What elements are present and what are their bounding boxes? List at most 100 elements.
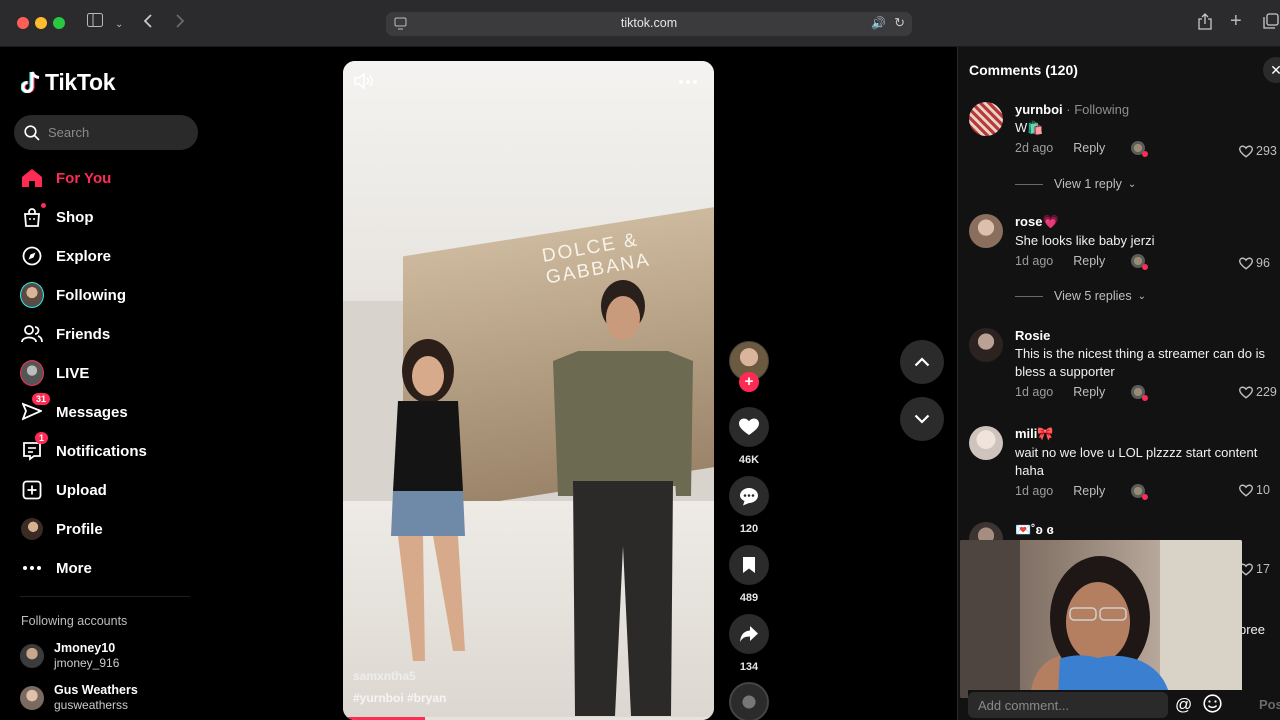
comment-author[interactable]: Rosie (1015, 328, 1275, 343)
sidebar-item-shop[interactable]: Shop (20, 202, 200, 232)
following-avatar (20, 282, 44, 308)
reply-button[interactable]: Reply (1073, 385, 1105, 399)
creator-liked-avatar (1131, 254, 1149, 270)
address-bar[interactable]: tiktok.com 🔊 ↻ (386, 12, 912, 36)
comment-author[interactable]: rose💗 (1015, 214, 1275, 230)
search-icon (24, 125, 40, 141)
sidebar-item-profile[interactable]: Profile (20, 514, 200, 544)
creator-liked-avatar (1131, 484, 1149, 500)
following-account-item[interactable]: Jmoney10 jmoney_916 (20, 641, 119, 670)
sidebar-item-label: Upload (56, 481, 107, 499)
view-replies-button[interactable]: View 1 reply ⌄ (1015, 177, 1136, 191)
comment-like[interactable]: 229 (1239, 385, 1277, 399)
shop-icon (20, 203, 46, 229)
account-name: Jmoney10 (54, 641, 116, 655)
tiktok-logo[interactable]: TikTok (21, 69, 116, 96)
comments-header: Comments (120) (969, 62, 1078, 78)
sidebar-item-label: Friends (56, 325, 111, 343)
sidebar-item-label: More (56, 559, 92, 577)
avatar[interactable] (969, 328, 1003, 362)
minimize-window-button[interactable] (35, 17, 47, 29)
comment-author[interactable]: 💌˚ʚ ɞ (1015, 522, 1275, 538)
comment-icon (740, 487, 758, 505)
reply-button[interactable]: Reply (1073, 141, 1105, 155)
new-tab-icon[interactable]: + (1230, 11, 1242, 31)
comment-like[interactable]: 96 (1239, 256, 1270, 270)
avatar[interactable] (969, 214, 1003, 248)
sidebar-item-label: LIVE (56, 364, 90, 382)
comment-time: 2d ago (1015, 141, 1054, 155)
close-icon[interactable]: ✕ (1263, 57, 1280, 83)
shop-notification-dot (41, 203, 46, 208)
view-replies-button[interactable]: View 5 replies ⌄ (1015, 289, 1146, 303)
more-options-icon[interactable] (678, 69, 698, 90)
tiktok-note-icon (21, 70, 40, 93)
close-window-button[interactable] (17, 17, 29, 29)
chevron-down-icon (914, 414, 930, 424)
avatar[interactable] (969, 102, 1003, 136)
sidebar-item-friends[interactable]: Friends (20, 319, 200, 349)
reply-button[interactable]: Reply (1073, 484, 1105, 498)
sidebar-item-more[interactable]: More (20, 553, 200, 583)
sidebar-item-notifications[interactable]: 1 Notifications (20, 432, 200, 466)
share-button[interactable] (729, 614, 769, 654)
sidebar-toggle-icon[interactable] (87, 13, 103, 33)
mention-icon[interactable]: @ (1175, 695, 1192, 715)
video-hashtags[interactable]: #yurnboi #bryan (353, 691, 446, 705)
tab-overview-icon[interactable] (1263, 13, 1279, 35)
back-button[interactable] (143, 13, 153, 35)
following-account-item[interactable]: Gus Weathers gusweatherss (20, 683, 138, 712)
comment-author[interactable]: mili🎀 (1015, 426, 1275, 442)
creator-liked-avatar (1131, 385, 1149, 401)
search-input[interactable] (48, 115, 188, 150)
friends-icon (20, 322, 44, 346)
emoji-icon[interactable] (1203, 694, 1222, 718)
video-player[interactable]: DOLCE & GABBANA samxntha5 #yurnboi #brya… (343, 61, 714, 720)
volume-icon[interactable] (354, 72, 374, 94)
like-button[interactable] (729, 407, 769, 447)
follow-button[interactable]: + (739, 372, 759, 392)
avatar[interactable] (969, 426, 1003, 460)
reply-divider (1015, 295, 1043, 297)
share-icon[interactable] (1198, 13, 1212, 36)
video-author[interactable]: samxntha5 (353, 669, 416, 683)
maximize-window-button[interactable] (53, 17, 65, 29)
heart-outline-icon (1239, 484, 1253, 497)
more-icon (20, 556, 44, 580)
comment-text: W🛍️ (1015, 120, 1044, 135)
comment-like[interactable]: 10 (1239, 483, 1270, 497)
next-video-button[interactable] (900, 397, 944, 441)
sidebar-item-live[interactable]: LIVE (20, 358, 200, 388)
save-action[interactable]: 489 (729, 545, 769, 604)
comment-button[interactable] (729, 476, 769, 516)
speaker-icon[interactable]: 🔊 (871, 16, 886, 30)
search-bar[interactable] (14, 115, 198, 150)
url-text: tiktok.com (620, 16, 678, 30)
previous-video-button[interactable] (900, 340, 944, 384)
add-comment-input[interactable] (968, 692, 1168, 718)
comment-time: 1d ago (1015, 385, 1054, 399)
chevron-down-icon[interactable]: ⌄ (115, 15, 123, 35)
sidebar-item-upload[interactable]: Upload (20, 475, 200, 505)
music-disc[interactable] (729, 682, 769, 720)
like-action[interactable]: 46K (729, 407, 769, 466)
sidebar-item-for-you[interactable]: For You (20, 163, 200, 193)
save-button[interactable] (729, 545, 769, 585)
comment-like-count: 229 (1256, 385, 1277, 399)
post-button[interactable]: Post (1259, 697, 1280, 712)
comment-action[interactable]: 120 (729, 476, 769, 535)
forward-button[interactable] (175, 13, 185, 35)
sidebar-item-following[interactable]: Following (20, 280, 200, 310)
sidebar-item-explore[interactable]: Explore (20, 241, 200, 271)
comment-like[interactable]: 17 (1239, 562, 1270, 576)
comment-author[interactable]: yurnboi · Following (1015, 102, 1275, 117)
creator-liked-avatar (1131, 141, 1149, 157)
sidebar-item-messages[interactable]: 31 Messages (20, 393, 200, 427)
comment-like[interactable]: 293 (1239, 144, 1277, 158)
share-action[interactable]: 134 (729, 614, 769, 673)
sidebar-item-label: Profile (56, 520, 103, 538)
reply-button[interactable]: Reply (1073, 254, 1105, 268)
sidebar-divider (20, 596, 190, 597)
reload-icon[interactable]: ↻ (894, 15, 905, 31)
heart-outline-icon (1239, 145, 1253, 158)
